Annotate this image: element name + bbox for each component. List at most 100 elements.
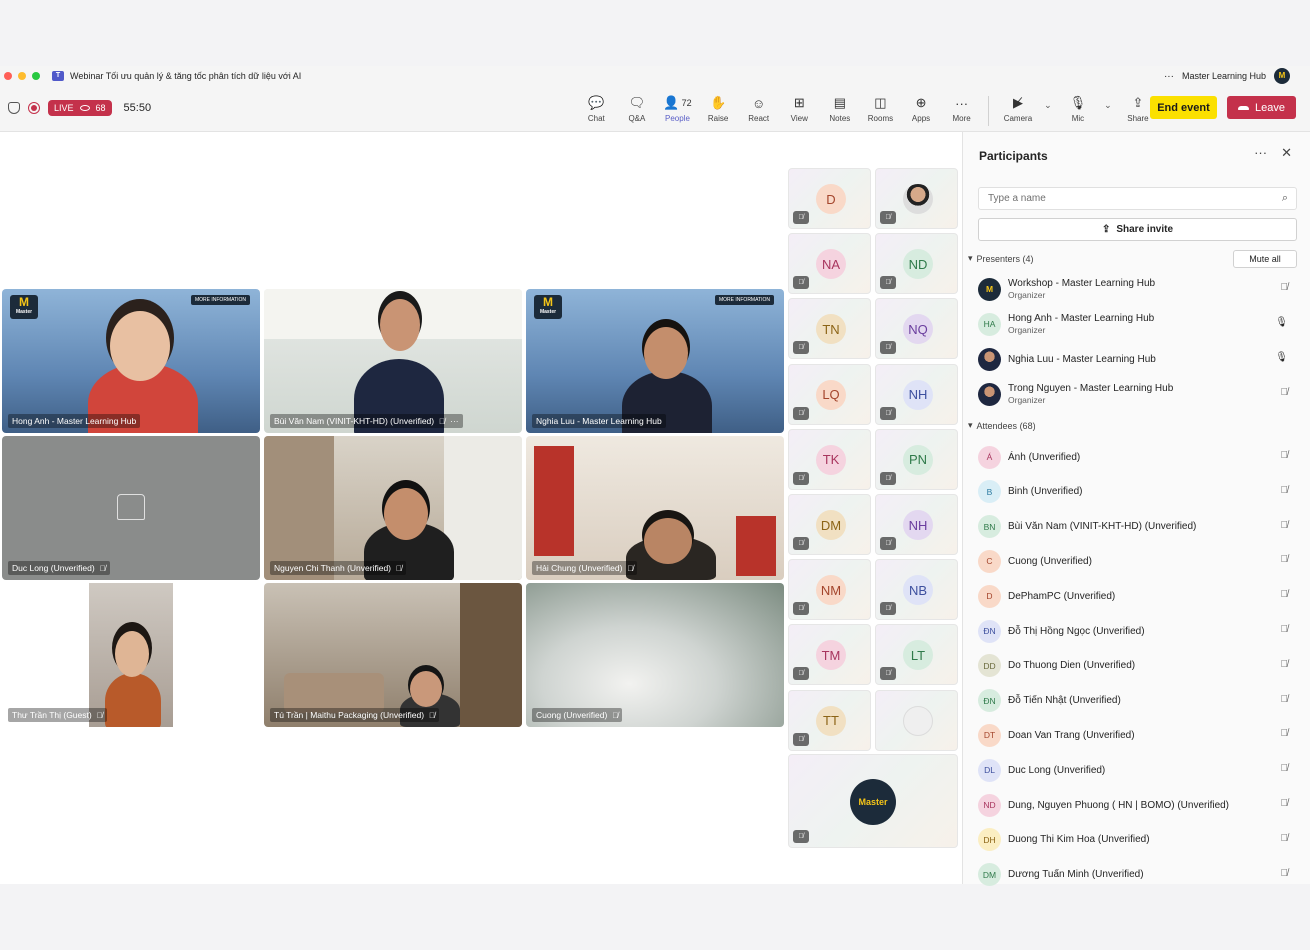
mic-off-icon[interactable]: 🎙̸ — [1281, 798, 1289, 809]
apps-icon: ⊕ — [915, 95, 927, 110]
mic-off-icon[interactable]: 🎙̸ — [1281, 833, 1289, 844]
live-badge[interactable]: LIVE 68 — [48, 100, 112, 116]
attendee-row[interactable]: DL Duc Long (Unverified) 🎙̸ — [978, 755, 1298, 785]
mic-off-icon[interactable]: 🎙̸ — [1281, 728, 1289, 739]
mic-off-icon[interactable]: 🎙̸ — [1281, 282, 1289, 293]
video-tile-cuong[interactable]: Cuong (Unverified) 🎙̸ — [526, 583, 784, 727]
video-tile-duc-long[interactable]: Duc Long (Unverified) 🎙̸ — [2, 436, 260, 580]
attendee-row[interactable]: ND Dung, Nguyen Phuong ( HN | BOMO) (Unve… — [978, 790, 1298, 820]
rooms-button[interactable]: ◫ Rooms — [860, 94, 901, 126]
camera-options-chevron-icon[interactable]: ⌄ — [1041, 100, 1055, 126]
pane-more-options-icon[interactable]: ··· — [1254, 145, 1267, 161]
gallery-tile[interactable]: TN 🎙̸ — [788, 298, 871, 360]
attendee-row[interactable]: DT Doan Van Trang (Unverified) 🎙̸ — [978, 720, 1298, 750]
mic-off-icon[interactable]: 🎙̸ — [1281, 868, 1289, 879]
gallery-tile[interactable]: NH 🎙̸ — [875, 494, 958, 555]
org-avatar[interactable]: M — [1274, 68, 1290, 84]
leave-button[interactable]: Leave — [1227, 96, 1296, 119]
presenter-row[interactable]: HA Hong Anh - Master Learning Hub Organize… — [978, 309, 1298, 339]
mic-off-icon[interactable]: 🎙̸ — [1281, 450, 1289, 461]
video-tile-thu-tran-thi[interactable]: Thư Trần Thị (Guest) 🎙̸ — [2, 583, 260, 727]
camera-button[interactable]: ▶̸ Camera — [995, 94, 1041, 126]
mic-off-icon[interactable]: 🎙̸ — [1281, 624, 1289, 635]
end-event-button[interactable]: End event — [1150, 96, 1217, 119]
share-invite-button[interactable]: ⇪ Share invite — [978, 218, 1297, 241]
more-info-banner: MORE INFORMATION — [190, 295, 250, 305]
video-tile-nghia-luu[interactable]: M Master MORE INFORMATION Nghia Luu - Mas… — [526, 289, 784, 433]
gallery-tile[interactable]: ND 🎙̸ — [875, 233, 958, 295]
mic-on-icon[interactable]: 🎙 — [1275, 352, 1288, 363]
close-window-button[interactable] — [4, 72, 12, 80]
more-icon[interactable]: ··· — [450, 416, 459, 426]
gallery-tile[interactable]: TM 🎙̸ — [788, 624, 871, 686]
maximize-window-button[interactable] — [32, 72, 40, 80]
gallery-tile[interactable]: NH 🎙̸ — [875, 363, 958, 425]
mic-on-icon[interactable]: 🎙 — [1275, 317, 1288, 328]
gallery-tile-logo[interactable]: Master 🎙̸ — [788, 754, 958, 848]
attendee-row[interactable]: Á Ánh (Unverified) 🎙̸ — [978, 442, 1298, 472]
gallery-tile[interactable]: TK 🎙̸ — [788, 428, 871, 490]
mic-off-icon[interactable]: 🎙̸ — [1281, 387, 1289, 398]
gallery-tile[interactable]: NB 🎙̸ — [875, 559, 958, 621]
view-button[interactable]: ⊞ View — [779, 94, 820, 126]
video-tile-bui-van-nam[interactable]: Bùi Văn Nam (VINIT-KHT-HD) (Unverified) 🎙… — [264, 289, 522, 433]
notes-button[interactable]: ▤ Notes — [820, 94, 861, 126]
presenter-row[interactable]: M Workshop - Master Learning Hub Organizer… — [978, 274, 1298, 304]
attendee-row[interactable]: ĐN Đỗ Thị Hồng Ngọc (Unverified) 🎙̸ — [978, 616, 1298, 646]
gallery-tile[interactable]: LT 🎙̸ — [875, 624, 958, 686]
video-tile-tu-tran[interactable]: Tú Trần | Maithu Packaging (Unverified) 🎙… — [264, 583, 522, 727]
attendee-row[interactable]: B Binh (Unverified) 🎙̸ — [978, 477, 1298, 507]
video-tile-nguyen-chi-thanh[interactable]: Nguyen Chi Thanh (Unverified) 🎙̸ — [264, 436, 522, 580]
more-options-button[interactable]: ··· — [1164, 71, 1174, 82]
gallery-tile[interactable]: NA 🎙̸ — [788, 233, 871, 295]
react-button[interactable]: ☺ React — [738, 94, 779, 126]
mic-off-icon[interactable]: 🎙̸ — [1281, 520, 1289, 531]
shield-icon[interactable] — [8, 102, 20, 114]
attendee-row[interactable]: ĐN Đỗ Tiến Nhật (Unverified) 🎙̸ — [978, 686, 1298, 716]
presenter-row[interactable]: Trong Nguyen - Master Learning Hub Organi… — [978, 379, 1298, 409]
mic-off-icon[interactable]: 🎙̸ — [1281, 589, 1289, 600]
presenters-section-header[interactable]: ▾ Presenters (4) — [968, 253, 1034, 264]
video-tile-hai-chung[interactable]: Hải Chung (Unverified) 🎙̸ — [526, 436, 784, 580]
gallery-tile[interactable]: 🎙̸ — [875, 168, 958, 229]
raise-hand-button[interactable]: ✋ Raise — [698, 94, 739, 126]
attendee-row[interactable]: DH Duong Thi Kim Hoa (Unverified) 🎙̸ — [978, 825, 1298, 855]
participant-search[interactable]: ⌕ — [978, 187, 1297, 210]
gallery-tile[interactable]: NM 🎙̸ — [788, 559, 871, 621]
mic-options-chevron-icon[interactable]: ⌄ — [1101, 100, 1115, 126]
mic-off-icon[interactable]: 🎙̸ — [1281, 763, 1289, 774]
chat-button[interactable]: 💬 Chat — [576, 94, 617, 126]
people-button[interactable]: 👤 72 People — [657, 94, 698, 134]
teams-logo-icon: T — [52, 71, 64, 81]
attendee-row[interactable]: BN Bùi Văn Nam (VINIT-KHT-HD) (Unverified… — [978, 512, 1298, 542]
gallery-tile[interactable]: DM 🎙̸ — [788, 494, 871, 555]
gallery-tile[interactable]: D 🎙̸ — [788, 168, 871, 229]
mic-off-icon: 🎙̸ — [96, 710, 103, 720]
apps-button[interactable]: ⊕ Apps — [901, 94, 942, 126]
mute-all-button[interactable]: Mute all — [1233, 250, 1297, 268]
gallery-tile[interactable]: NQ 🎙̸ — [875, 298, 958, 360]
attendee-row[interactable]: DM Dương Tuấn Minh (Unverified) 🎙̸ — [978, 860, 1298, 890]
video-tile-hong-anh[interactable]: M Master MORE INFORMATION Hong Anh - Mast… — [2, 289, 260, 433]
gallery-tile[interactable] — [875, 689, 958, 751]
mic-button[interactable]: 🎙 Mic — [1055, 94, 1101, 126]
attendees-section-header[interactable]: ▾ Attendees (68) — [968, 420, 1036, 431]
attendee-row[interactable]: D DePhamPC (Unverified) 🎙̸ — [978, 581, 1298, 611]
gallery-tile[interactable]: TT 🎙̸ — [788, 689, 871, 751]
recording-icon[interactable] — [28, 102, 40, 114]
minimize-window-button[interactable] — [18, 72, 26, 80]
mic-off-icon[interactable]: 🎙̸ — [1281, 659, 1289, 670]
presenter-row[interactable]: Nghia Luu - Master Learning Hub 🎙 — [978, 344, 1298, 374]
mic-off-icon[interactable]: 🎙̸ — [1281, 554, 1289, 565]
mic-off-icon[interactable]: 🎙̸ — [1281, 485, 1289, 496]
more-button[interactable]: ··· More — [941, 94, 982, 126]
gallery-tile[interactable]: PN 🎙̸ — [875, 428, 958, 490]
qa-button[interactable]: 🗨 Q&A — [617, 94, 658, 126]
attendee-row[interactable]: C Cuong (Unverified) 🎙̸ — [978, 546, 1298, 576]
avatar: NH — [903, 379, 933, 410]
close-icon[interactable]: ✕ — [1281, 145, 1292, 161]
gallery-tile[interactable]: LQ 🎙̸ — [788, 363, 871, 425]
mic-off-icon[interactable]: 🎙̸ — [1281, 694, 1289, 705]
search-input[interactable] — [979, 188, 1259, 209]
attendee-row[interactable]: DD Do Thuong Dien (Unverified) 🎙̸ — [978, 651, 1298, 681]
